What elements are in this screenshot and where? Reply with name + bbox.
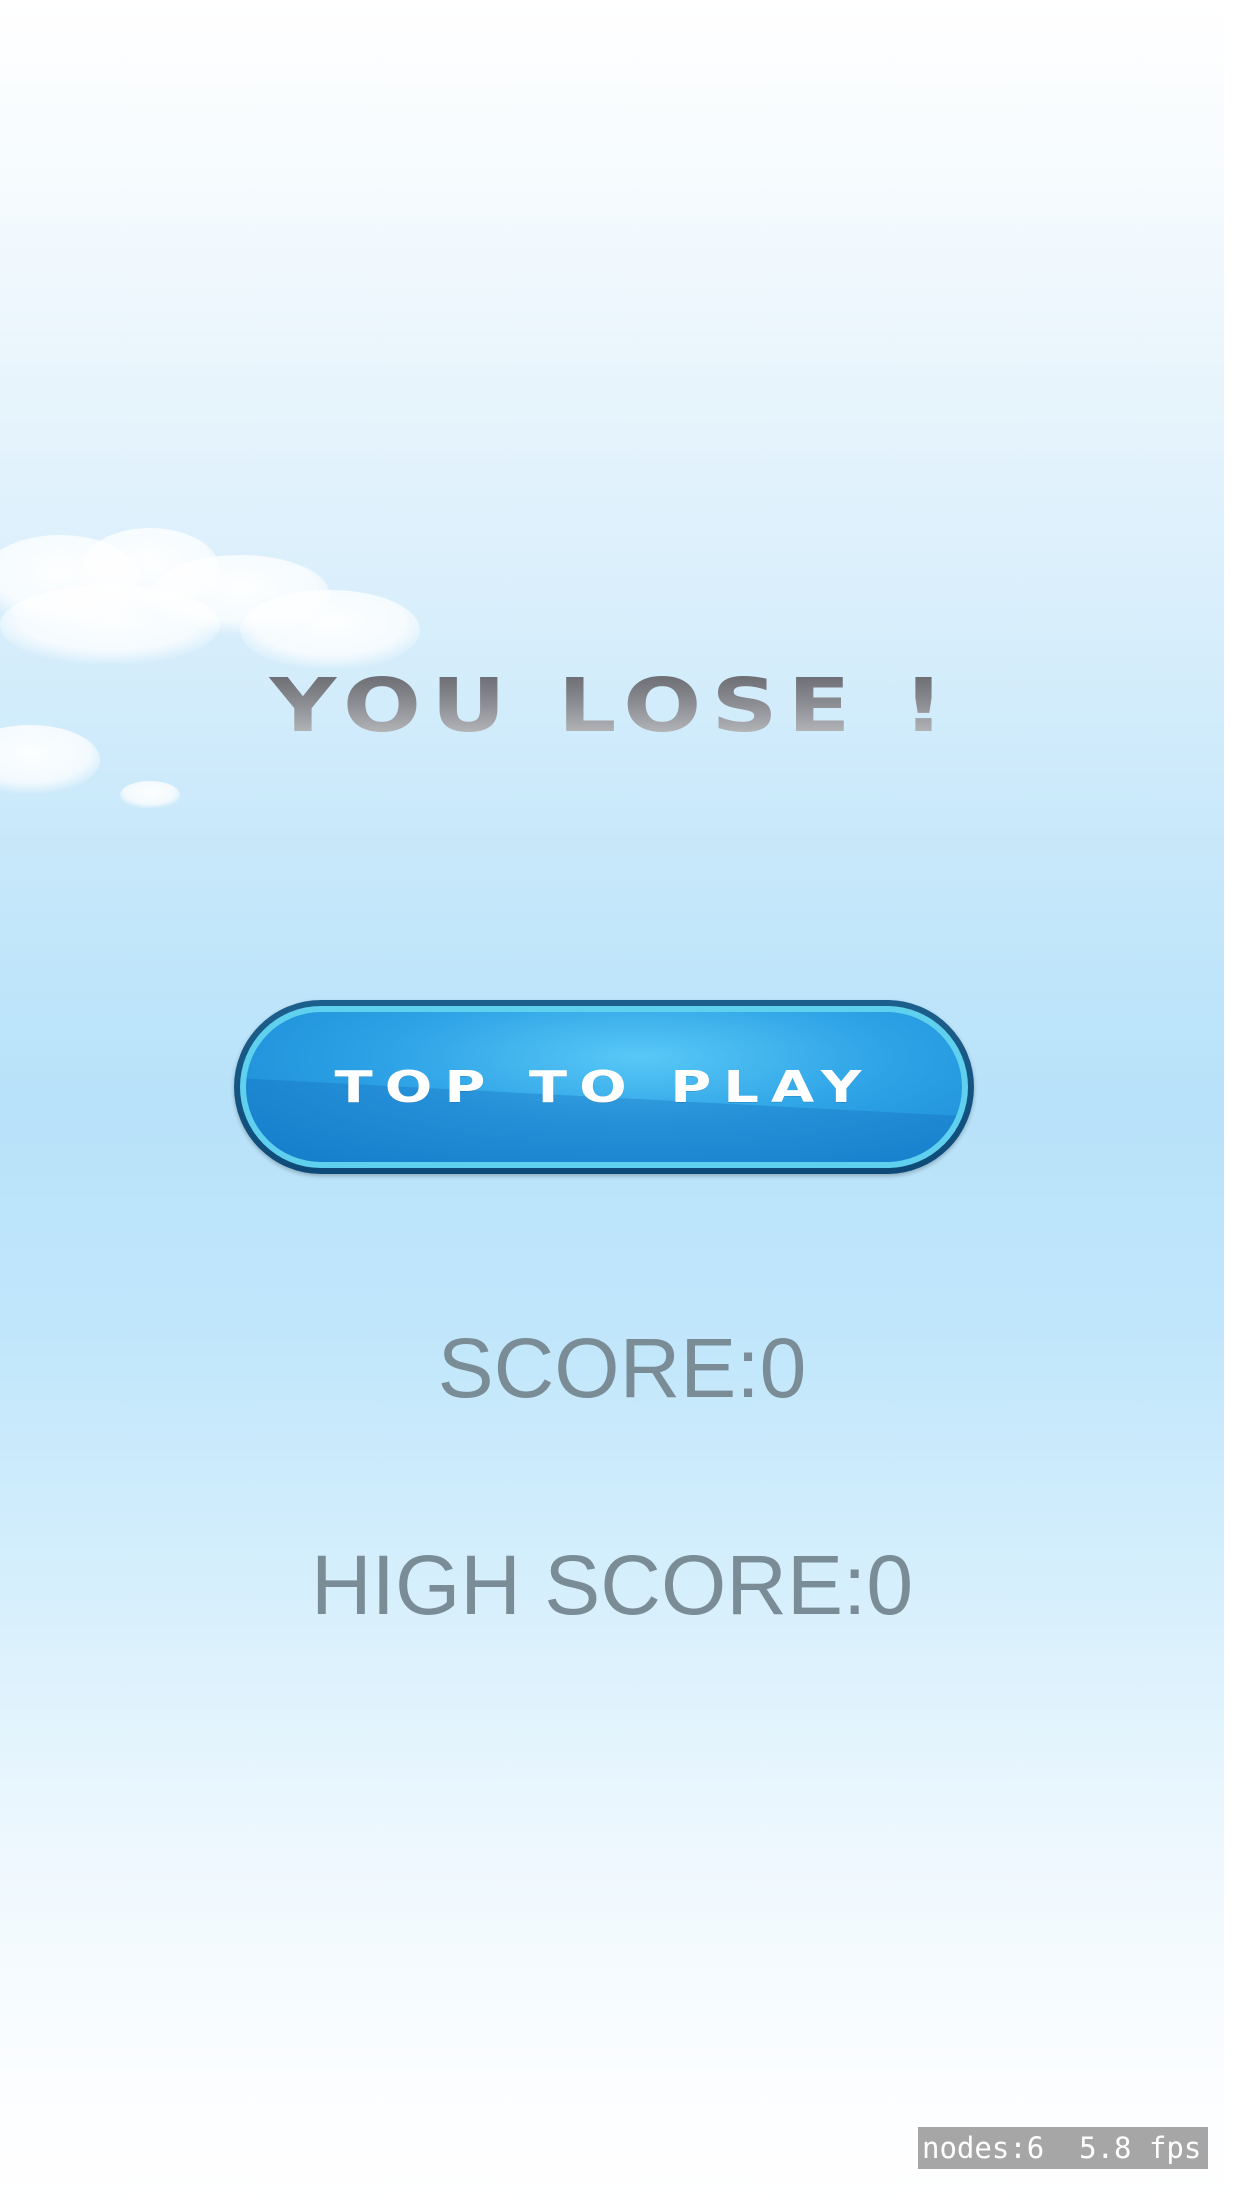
game-over-title: YOU LOSE ! bbox=[0, 640, 1224, 740]
game-over-title-text: YOU LOSE ! bbox=[268, 663, 954, 740]
play-button[interactable]: TOP TO PLAY bbox=[234, 1000, 974, 1174]
high-score-label: HIGH SCORE:0 bbox=[310, 1538, 914, 1632]
score-label: SCORE:0 bbox=[437, 1321, 807, 1415]
play-button-label: TOP TO PLAY bbox=[334, 1061, 874, 1113]
debug-stats-overlay: nodes:6 5.8 fps bbox=[918, 2127, 1208, 2169]
screen-edge bbox=[1224, 0, 1242, 2208]
